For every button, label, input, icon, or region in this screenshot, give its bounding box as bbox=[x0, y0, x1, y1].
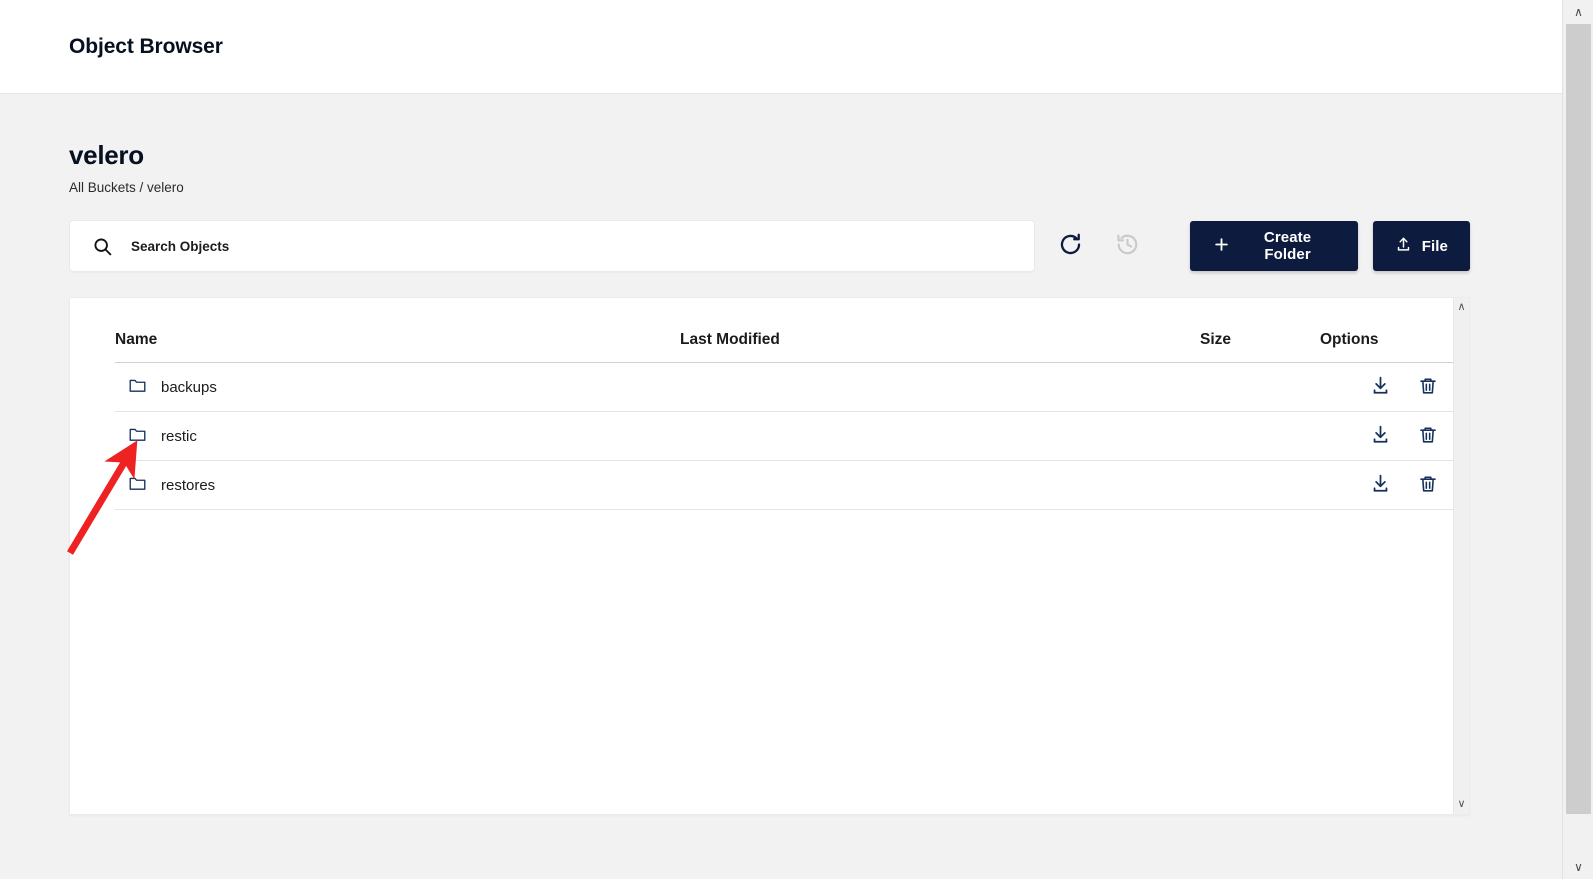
refresh-button[interactable] bbox=[1049, 224, 1092, 268]
upload-file-button[interactable]: File bbox=[1372, 221, 1470, 271]
cell-options bbox=[1320, 411, 1469, 461]
objects-table-head: Name Last Modified Size Options bbox=[115, 298, 1469, 363]
window-scroll-down-icon[interactable]: ∨ bbox=[1563, 857, 1593, 877]
cell-size bbox=[1200, 460, 1320, 510]
folder-icon bbox=[128, 474, 147, 497]
column-header-size[interactable]: Size bbox=[1200, 298, 1320, 363]
trash-icon bbox=[1418, 425, 1438, 448]
plus-icon bbox=[1213, 236, 1230, 257]
cell-last-modified bbox=[680, 362, 1200, 412]
table-row[interactable]: restic bbox=[115, 411, 1469, 461]
download-icon bbox=[1370, 375, 1391, 399]
panel-scroll-down-icon[interactable]: ∨ bbox=[1457, 799, 1465, 810]
trash-icon bbox=[1418, 474, 1438, 497]
cell-name[interactable]: restores bbox=[115, 460, 680, 510]
cell-options bbox=[1320, 460, 1469, 510]
version-history-button[interactable] bbox=[1106, 224, 1149, 268]
object-name: restic bbox=[161, 427, 197, 445]
cell-name[interactable]: restic bbox=[115, 411, 680, 461]
history-icon bbox=[1115, 232, 1140, 260]
objects-panel: Name Last Modified Size Options backups … bbox=[69, 297, 1470, 815]
search-box[interactable] bbox=[69, 220, 1035, 272]
object-name: backups bbox=[161, 378, 217, 396]
table-row[interactable]: backups bbox=[115, 362, 1469, 412]
cell-size bbox=[1200, 362, 1320, 412]
upload-icon bbox=[1395, 236, 1412, 257]
bucket-name-heading: velero bbox=[69, 140, 144, 170]
objects-table-body: backups restic restores bbox=[115, 362, 1469, 510]
breadcrumb: All Buckets / velero bbox=[69, 180, 184, 195]
window-scrollbar[interactable]: ∧ ∨ bbox=[1562, 0, 1593, 879]
cell-size bbox=[1200, 411, 1320, 461]
content-area: velero All Buckets / velero Search Objec… bbox=[0, 94, 1562, 815]
table-row[interactable]: restores bbox=[115, 460, 1469, 510]
create-folder-label: Create Folder bbox=[1263, 229, 1312, 263]
download-button[interactable] bbox=[1369, 474, 1391, 496]
window-scroll-up-icon[interactable]: ∧ bbox=[1563, 2, 1593, 22]
delete-button[interactable] bbox=[1417, 376, 1439, 398]
objects-panel-inner: Name Last Modified Size Options backups … bbox=[70, 298, 1469, 814]
cell-name[interactable]: backups bbox=[115, 362, 680, 412]
delete-button[interactable] bbox=[1417, 425, 1439, 447]
refresh-icon bbox=[1058, 232, 1083, 260]
cell-last-modified bbox=[680, 460, 1200, 510]
page-title: Object Browser bbox=[69, 34, 223, 58]
table-header-row: Name Last Modified Size Options bbox=[115, 298, 1469, 363]
scroll-viewport: Object Browser velero All Buckets / vele… bbox=[0, 0, 1562, 879]
folder-icon bbox=[128, 425, 147, 448]
download-icon bbox=[1370, 473, 1391, 497]
cell-options bbox=[1320, 362, 1469, 412]
panel-scrollbar[interactable]: ∧ ∨ bbox=[1453, 298, 1469, 814]
column-header-name[interactable]: Name bbox=[115, 298, 680, 363]
search-icon bbox=[92, 236, 113, 257]
objects-toolbar: Create Folder File bbox=[69, 220, 1470, 272]
delete-button[interactable] bbox=[1417, 474, 1439, 496]
trash-icon bbox=[1418, 376, 1438, 399]
app-header: Object Browser bbox=[0, 0, 1562, 94]
column-header-options: Options bbox=[1320, 298, 1469, 363]
download-icon bbox=[1370, 424, 1391, 448]
page-root: Object Browser velero All Buckets / vele… bbox=[0, 0, 1593, 879]
window-scrollbar-thumb[interactable] bbox=[1566, 24, 1591, 814]
object-name: restores bbox=[161, 476, 216, 494]
folder-icon bbox=[128, 376, 147, 399]
upload-file-label: File bbox=[1421, 237, 1448, 255]
download-button[interactable] bbox=[1369, 376, 1391, 398]
objects-table: Name Last Modified Size Options backups … bbox=[115, 298, 1469, 510]
download-button[interactable] bbox=[1369, 425, 1391, 447]
create-folder-button[interactable]: Create Folder bbox=[1190, 221, 1358, 271]
cell-last-modified bbox=[680, 411, 1200, 461]
search-input[interactable] bbox=[129, 237, 1018, 255]
panel-scroll-up-icon[interactable]: ∧ bbox=[1457, 302, 1465, 313]
column-header-modified[interactable]: Last Modified bbox=[680, 298, 1200, 363]
